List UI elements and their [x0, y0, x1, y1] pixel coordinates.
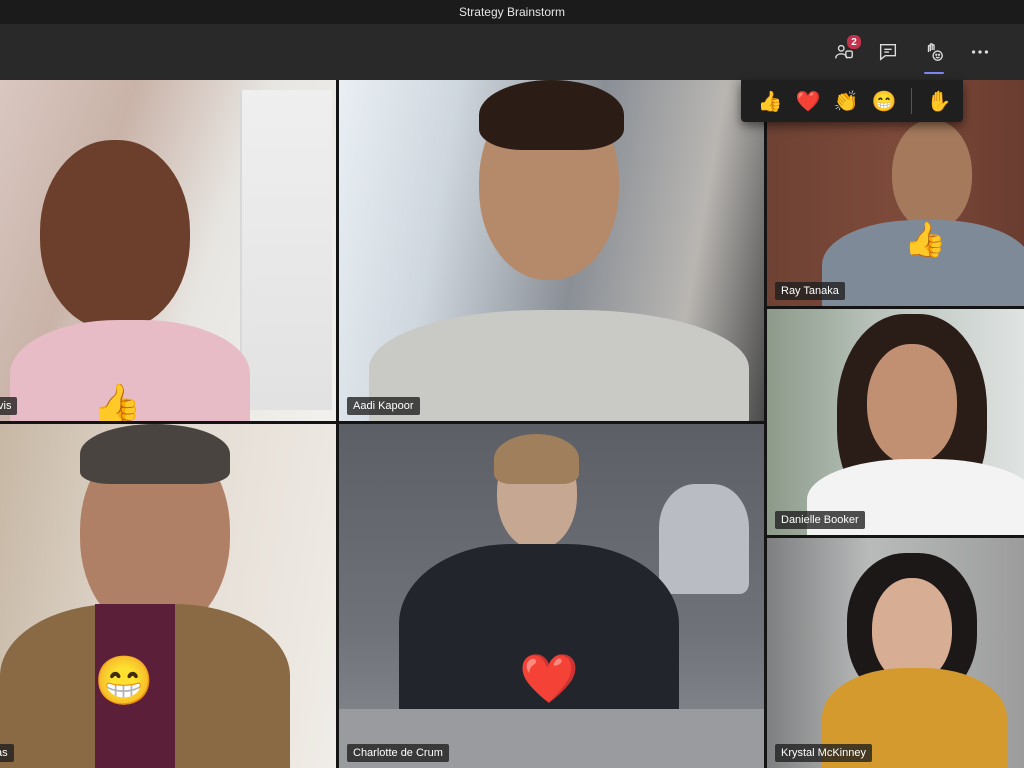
video-tile-7[interactable]: Krystal McKinney [767, 538, 1024, 768]
participant-name: Ray Tanaka [775, 282, 845, 300]
participant-name: vis [0, 397, 18, 415]
video-tile-1[interactable]: 👍 vis [0, 80, 336, 421]
meeting-toolbar: 2 [0, 24, 1024, 80]
heart-reaction: ❤️ [519, 653, 579, 706]
chat-button[interactable] [872, 36, 904, 68]
chat-icon [879, 43, 897, 61]
divider [911, 88, 912, 114]
thumbs-up-reaction: 👍 [92, 383, 142, 421]
active-indicator [924, 72, 944, 74]
laugh-reaction-button[interactable]: 😁 [865, 86, 903, 116]
video-tile-2[interactable]: Aadi Kapoor [339, 80, 764, 421]
reactions-button[interactable] [918, 36, 950, 74]
heart-reaction-button[interactable]: ❤️ [789, 86, 827, 116]
participant-name: Danielle Booker [775, 511, 865, 529]
participants-badge: 2 [846, 34, 862, 50]
video-tile-6[interactable]: ❤️ Charlotte de Crum [339, 424, 764, 768]
thumbs-up-reaction: 👍 [904, 221, 947, 259]
grin-reaction: 😁 [94, 655, 154, 708]
chair [659, 484, 749, 594]
title-bar: Strategy Brainstorm [0, 0, 1024, 24]
person-hair [80, 424, 230, 484]
window-title: Strategy Brainstorm [458, 5, 566, 19]
person-head [40, 140, 190, 330]
bookshelf [240, 90, 332, 410]
participant-name: Krystal McKinney [775, 744, 872, 762]
person-body [369, 310, 749, 421]
person-hair [494, 434, 579, 484]
reactions-flyout: 👍 ❤️ 👏 😁 ✋ [741, 80, 963, 122]
like-reaction-button[interactable]: 👍 [751, 86, 789, 116]
participant-name: Charlotte de Crum [347, 744, 449, 762]
emoji-hand-icon [927, 43, 943, 61]
person-hair [479, 80, 624, 150]
person-head [867, 344, 957, 464]
person-head [892, 120, 972, 230]
more-icon [971, 50, 989, 54]
participants-button[interactable]: 2 [828, 34, 862, 68]
raise-hand-button[interactable]: ✋ [920, 86, 958, 116]
more-options-button[interactable] [964, 36, 996, 68]
video-tile-4[interactable]: Danielle Booker [767, 309, 1024, 535]
participant-name: as [0, 744, 14, 762]
applause-reaction-button[interactable]: 👏 [827, 86, 865, 116]
participant-name: Aadi Kapoor [347, 397, 420, 415]
video-tile-5[interactable]: 😁 as [0, 424, 336, 768]
